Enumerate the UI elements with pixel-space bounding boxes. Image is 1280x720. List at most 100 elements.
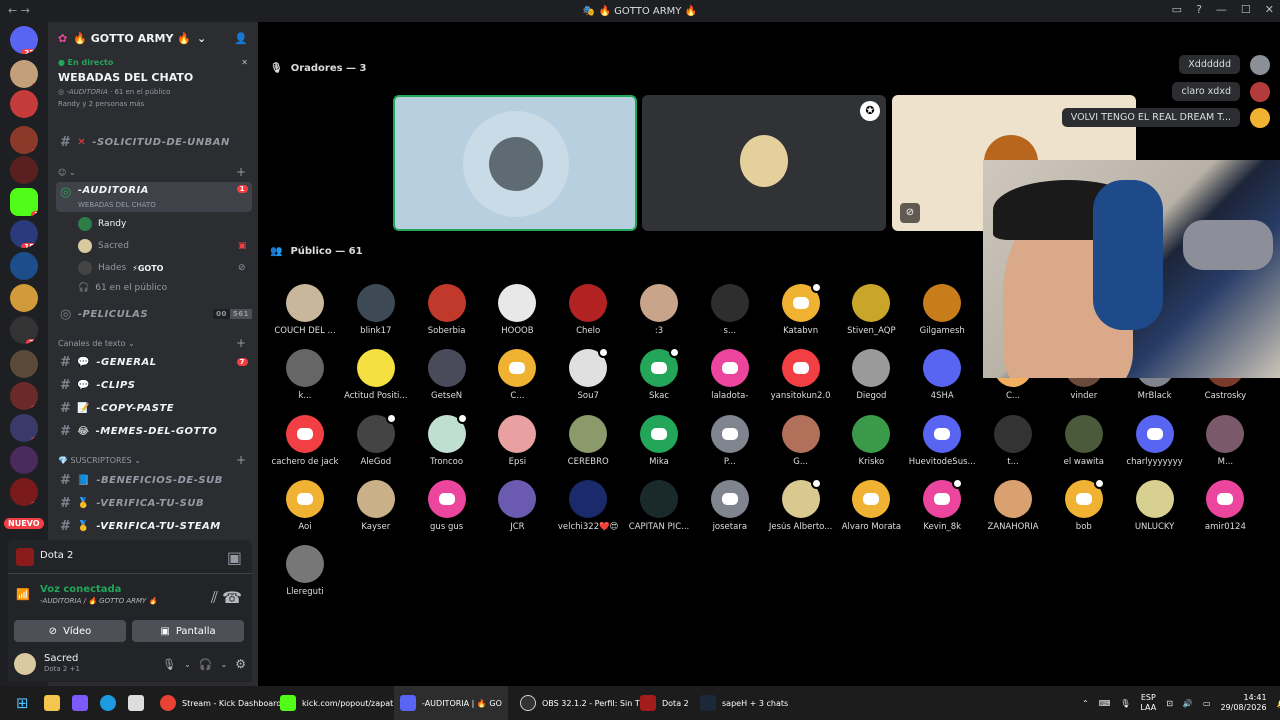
audience-member[interactable]: Mika bbox=[624, 414, 694, 467]
audience-member[interactable]: AleGod bbox=[341, 412, 411, 467]
audience-member[interactable]: P... bbox=[695, 414, 765, 467]
video-button[interactable]: ⊘ Vídeo bbox=[14, 620, 126, 642]
taskbar-item-discord[interactable]: -AUDITORIA | 🔥 GO bbox=[394, 686, 508, 720]
home-button[interactable]: 239 bbox=[10, 26, 38, 54]
audience-member[interactable]: velchi322❤️😍 bbox=[553, 479, 623, 532]
chevron-down-icon[interactable]: ⌄ bbox=[184, 660, 191, 669]
add-channel-icon[interactable]: + bbox=[236, 453, 246, 467]
audience-member[interactable]: gus gus bbox=[412, 479, 482, 532]
audience-member[interactable]: Gilgamesh bbox=[907, 284, 977, 336]
add-channel-icon[interactable]: + bbox=[236, 165, 246, 179]
audience-member[interactable]: COUCH DEL ... bbox=[270, 284, 340, 336]
audience-member[interactable]: josetara bbox=[695, 479, 765, 532]
voice-member[interactable]: Randy bbox=[78, 217, 126, 231]
channel-beneficios[interactable]: # 📘 -BENEFICIOS-DE-SUB bbox=[56, 470, 252, 490]
audience-member[interactable]: bob bbox=[1049, 477, 1119, 532]
close-icon[interactable]: ✕ bbox=[241, 58, 248, 67]
audience-member[interactable]: Skac bbox=[624, 347, 694, 401]
category-suscriptores[interactable]: 💎 SUSCRIPTORES ⌄ bbox=[58, 456, 141, 465]
voice-member[interactable]: Sacred ▣ bbox=[78, 239, 247, 253]
audience-member[interactable]: Stiven_AQP bbox=[836, 284, 906, 336]
audience-member[interactable]: C... bbox=[482, 349, 552, 401]
audience-member[interactable]: CEREBRO bbox=[553, 414, 623, 467]
help-icon[interactable]: ? bbox=[1196, 3, 1202, 16]
screen-share-button[interactable]: ▣ Pantalla bbox=[132, 620, 244, 642]
battery-icon[interactable]: ▭ bbox=[1203, 699, 1211, 708]
audience-member[interactable]: Jesús Alberto... bbox=[766, 477, 836, 532]
channel-general[interactable]: # 💬 -GENERAL 7 bbox=[56, 352, 252, 372]
audience-member[interactable]: Llereguti bbox=[270, 545, 340, 597]
server-icon[interactable]: 2 bbox=[10, 414, 38, 442]
channel-verifica-sub[interactable]: # 🥇 -VERIFICA-TU-SUB bbox=[56, 493, 252, 513]
server-icon[interactable]: 22 bbox=[10, 316, 38, 344]
chevron-up-icon[interactable]: ⌃ bbox=[1082, 699, 1089, 708]
audience-member[interactable]: Sou7 bbox=[553, 347, 623, 401]
volume-icon[interactable]: 🔊 bbox=[1183, 699, 1193, 708]
channel-verifica-steam[interactable]: # 🥇 -VERIFICA-TU-STEAM bbox=[56, 516, 252, 536]
voice-location[interactable]: -AUDITORIA / 🔥 GOTTO ARMY 🔥 bbox=[40, 597, 157, 605]
maximize-icon[interactable]: ☐ bbox=[1241, 3, 1251, 16]
audience-member[interactable]: Kayser bbox=[341, 479, 411, 532]
taskbar-item-dota[interactable]: Dota 2 bbox=[634, 686, 695, 720]
audience-count-row[interactable]: 🎧 61 en el público bbox=[78, 283, 167, 293]
notification-icon[interactable]: 🔔 bbox=[1277, 699, 1280, 708]
edge-button[interactable] bbox=[94, 686, 122, 720]
audience-member[interactable]: M... bbox=[1190, 414, 1260, 467]
audience-member[interactable]: Kevin_8k bbox=[907, 477, 977, 532]
add-member-icon[interactable]: 👤 bbox=[234, 32, 248, 45]
audience-member[interactable]: el wawita bbox=[1049, 414, 1119, 467]
back-forward-arrows-icon[interactable]: ← → bbox=[8, 4, 30, 17]
file-explorer-button[interactable] bbox=[38, 686, 66, 720]
minimize-icon[interactable]: — bbox=[1216, 3, 1227, 16]
audience-member[interactable]: yansitokun2.0 bbox=[766, 349, 836, 401]
audience-member[interactable]: amir0124 bbox=[1190, 479, 1260, 532]
avatar[interactable] bbox=[14, 653, 36, 675]
audience-member[interactable]: Aoi bbox=[270, 479, 340, 532]
channel-copy-paste[interactable]: # 📝 -COPY-PASTE bbox=[56, 398, 252, 418]
server-icon[interactable]: 2 bbox=[10, 382, 38, 410]
audience-member[interactable]: Alvaro Morata bbox=[836, 479, 906, 532]
noise-suppression-icon[interactable]: ⫽ bbox=[211, 588, 218, 608]
audience-member[interactable]: charlyyyyyyy bbox=[1120, 414, 1190, 467]
headphones-icon[interactable]: 🎧 bbox=[199, 658, 213, 671]
network-icon[interactable]: ⊡ bbox=[1166, 699, 1173, 708]
audience-member[interactable]: Katabvn bbox=[766, 282, 836, 336]
audience-member[interactable]: Chelo bbox=[553, 284, 623, 336]
language-indicator[interactable]: ESP LAA bbox=[1140, 693, 1156, 713]
dm-avatar[interactable]: 3 bbox=[10, 90, 38, 118]
server-icon[interactable] bbox=[10, 252, 38, 280]
chevron-down-icon[interactable]: ⌄ bbox=[221, 660, 228, 669]
category-text-channels[interactable]: Canales de texto ⌄ bbox=[58, 339, 135, 348]
audience-member[interactable]: GetseN bbox=[412, 349, 482, 401]
audience-member[interactable]: 4SHA bbox=[907, 349, 977, 401]
live-stage-card[interactable]: ● En directo ✕ WEBADAS DEL CHATO ◎ -AUDIT… bbox=[48, 54, 258, 112]
copilot-button[interactable] bbox=[66, 686, 94, 720]
voice-member[interactable]: Hades ⚡GOTO ⊘ bbox=[78, 261, 246, 275]
audience-member[interactable]: cachero de jack bbox=[270, 414, 340, 467]
guild-header[interactable]: ✿ 🔥 GOTTO ARMY 🔥 ⌄ 👤 bbox=[48, 22, 258, 54]
audience-member[interactable]: Actitud Positi... bbox=[341, 349, 411, 401]
store-button[interactable] bbox=[122, 686, 150, 720]
server-icon[interactable] bbox=[10, 350, 38, 378]
speaker-tile[interactable] bbox=[393, 95, 637, 231]
start-button[interactable]: ⊞ bbox=[10, 686, 35, 720]
activity-icon[interactable]: ▣ bbox=[227, 548, 242, 567]
server-icon[interactable]: 6 bbox=[10, 126, 38, 154]
taskbar-item-steam[interactable]: sapeH + 3 chats bbox=[694, 686, 794, 720]
audience-member[interactable]: G... bbox=[766, 414, 836, 467]
audience-member[interactable]: UNLUCKY bbox=[1120, 479, 1190, 532]
server-icon[interactable]: 1 bbox=[10, 478, 38, 506]
audience-member[interactable]: JCR bbox=[482, 479, 552, 532]
server-icon-kick[interactable]: 1 bbox=[10, 188, 38, 216]
category-collapsed[interactable]: ☺ ⌄ bbox=[58, 168, 76, 177]
audience-member[interactable]: ZANAHORIA bbox=[978, 479, 1048, 532]
channel-clips[interactable]: # 💬 -CLIPS bbox=[56, 375, 252, 395]
audience-member[interactable]: Epsi bbox=[482, 414, 552, 467]
speaker-tile[interactable]: ✪ bbox=[642, 95, 886, 231]
audience-member[interactable]: Soberbia bbox=[412, 284, 482, 336]
audience-member[interactable]: HOOOB bbox=[482, 284, 552, 336]
taskbar-item-obs[interactable]: OBS 32.1.2 - Perfil: Sin Tít bbox=[514, 686, 651, 720]
add-channel-icon[interactable]: + bbox=[236, 336, 246, 350]
audience-member[interactable]: CAPITAN PIC... bbox=[624, 479, 694, 532]
keyboard-icon[interactable]: ⌨ bbox=[1099, 699, 1111, 708]
